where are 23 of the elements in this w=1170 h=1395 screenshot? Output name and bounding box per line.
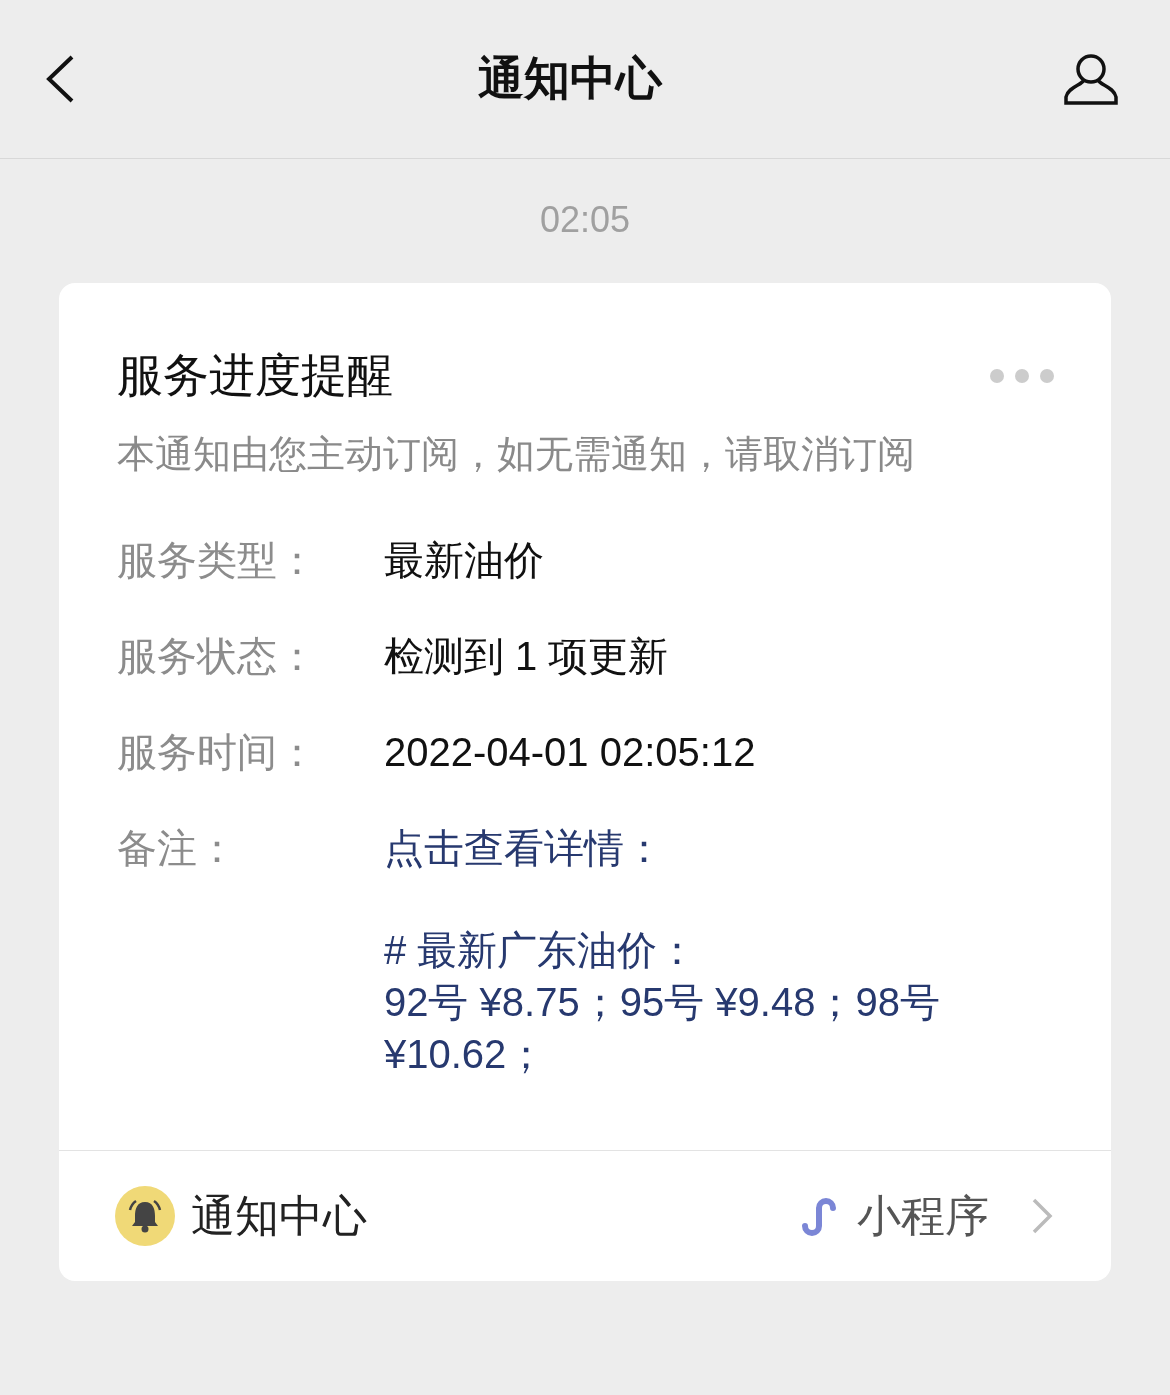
chevron-right-icon — [1031, 1197, 1053, 1235]
field-label: 备注： — [117, 825, 238, 872]
timestamp: 02:05 — [538, 199, 632, 241]
mini-program-link[interactable]: 小程序 — [797, 1186, 1053, 1246]
card-subtitle: 本通知由您主动订阅，如无需通知，请取消订阅 — [117, 432, 916, 477]
field-value: 检测到 1 项更新 — [384, 633, 670, 680]
back-icon — [44, 54, 76, 104]
page-title: 通知中心 — [478, 51, 662, 106]
field-value: 最新油价 — [384, 537, 545, 584]
field-label: 服务时间： — [117, 729, 318, 776]
field-label: 服务类型： — [117, 537, 318, 584]
field-value: 2022-04-01 02:05:12 — [384, 729, 757, 776]
note-text: 92号 ¥8.75；95号 ¥9.48；98号 ¥10.62； — [384, 979, 941, 1078]
card-title: 服务进度提醒 — [117, 348, 393, 403]
details-link[interactable]: 点击查看详情： — [384, 822, 664, 874]
person-icon — [1064, 53, 1118, 105]
source-name: 通知中心 — [191, 1189, 367, 1242]
back-button[interactable] — [44, 54, 76, 104]
bell-icon — [115, 1186, 175, 1246]
profile-button[interactable] — [1064, 53, 1118, 105]
more-icon — [989, 368, 1055, 384]
field-label: 服务状态： — [117, 633, 318, 680]
note-text: # 最新广东油价： — [384, 927, 699, 974]
